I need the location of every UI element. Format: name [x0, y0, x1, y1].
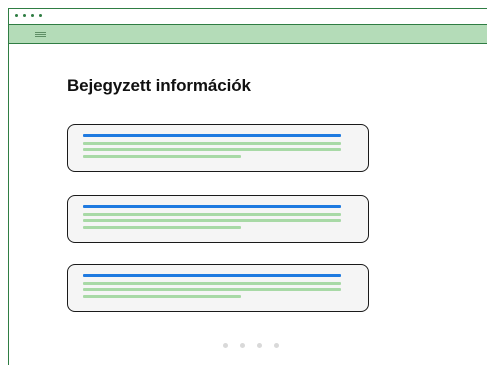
- entry-card-3[interactable]: [67, 264, 369, 312]
- card-text-placeholder: [83, 226, 241, 229]
- menu-icon-bar: [35, 34, 46, 35]
- toolbar: [8, 24, 487, 44]
- window-dot-3[interactable]: [31, 14, 34, 17]
- card-text-placeholder: [83, 219, 341, 222]
- title-bar: [8, 8, 487, 24]
- page-dot-2[interactable]: [240, 343, 245, 348]
- entry-card-1[interactable]: [67, 124, 369, 172]
- card-text-placeholder: [83, 288, 341, 291]
- pagination: [223, 343, 279, 348]
- window-dot-2[interactable]: [23, 14, 26, 17]
- page-title: Bejegyzett információk: [67, 76, 251, 95]
- window-controls: [15, 14, 42, 17]
- menu-icon-bar: [35, 36, 46, 37]
- page-dot-3[interactable]: [257, 343, 262, 348]
- card-text-placeholder: [83, 148, 341, 151]
- window-dot-1[interactable]: [15, 14, 18, 17]
- card-text-placeholder: [83, 142, 341, 145]
- menu-icon-bar: [35, 32, 46, 33]
- card-title-placeholder: [83, 274, 341, 277]
- card-text-placeholder: [83, 213, 341, 216]
- card-text-placeholder: [83, 295, 241, 298]
- hamburger-menu-icon[interactable]: [35, 32, 46, 38]
- page-dot-1[interactable]: [223, 343, 228, 348]
- card-title-placeholder: [83, 205, 341, 208]
- entry-card-2[interactable]: [67, 195, 369, 243]
- card-title-placeholder: [83, 134, 341, 137]
- card-text-placeholder: [83, 155, 241, 158]
- page-dot-4[interactable]: [274, 343, 279, 348]
- card-text-placeholder: [83, 282, 341, 285]
- window-dot-4[interactable]: [39, 14, 42, 17]
